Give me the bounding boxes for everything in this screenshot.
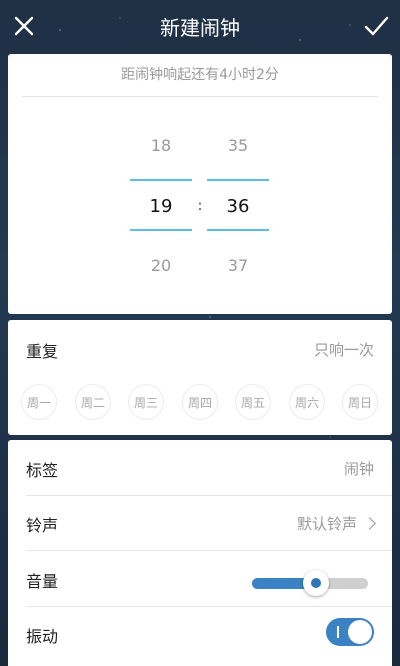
settings-card: 标签 闹钟 铃声 默认铃声 音量 振动 bbox=[8, 440, 392, 666]
minute-line-top bbox=[207, 179, 269, 181]
time-separator: : bbox=[197, 198, 203, 214]
tag-label: 标签 bbox=[26, 461, 59, 480]
repeat-card: 重复 只响一次 周一 周二 周三 周四 周五 周六 周日 bbox=[8, 320, 392, 435]
hour-next: 20 bbox=[150, 256, 172, 275]
day-fri[interactable]: 周五 bbox=[235, 384, 271, 420]
ringtone-row[interactable]: 默认铃声 bbox=[296, 513, 376, 534]
check-icon[interactable] bbox=[362, 12, 390, 40]
vibrate-toggle[interactable] bbox=[326, 618, 374, 646]
hint-divider bbox=[22, 96, 378, 97]
volume-label: 音量 bbox=[26, 572, 59, 591]
day-thu[interactable]: 周四 bbox=[182, 384, 218, 420]
hour-selected: 19 bbox=[149, 196, 173, 217]
divider bbox=[26, 550, 392, 551]
chevron-right-icon bbox=[363, 517, 376, 530]
hour-line-bottom bbox=[130, 229, 192, 231]
repeat-value[interactable]: 只响一次 bbox=[314, 339, 374, 360]
day-wed[interactable]: 周三 bbox=[128, 384, 164, 420]
top-bar: 新建闹钟 bbox=[0, 0, 400, 52]
tag-value[interactable]: 闹钟 bbox=[344, 458, 374, 479]
repeat-label: 重复 bbox=[26, 342, 59, 361]
day-tue[interactable]: 周二 bbox=[75, 384, 111, 420]
hour-prev: 18 bbox=[150, 136, 172, 155]
day-sun[interactable]: 周日 bbox=[342, 384, 378, 420]
toggle-knob bbox=[348, 620, 372, 644]
time-picker-card: 距闹钟响起还有4小时2分 18 19 20 : 35 36 37 bbox=[8, 54, 392, 314]
volume-slider[interactable] bbox=[252, 570, 368, 596]
ringtone-value: 默认铃声 bbox=[296, 515, 357, 533]
ringtone-label: 铃声 bbox=[26, 516, 59, 535]
divider bbox=[26, 495, 392, 496]
day-mon[interactable]: 周一 bbox=[21, 384, 57, 420]
hour-line-top bbox=[130, 179, 192, 181]
minute-selected: 36 bbox=[226, 196, 250, 217]
volume-knob[interactable] bbox=[302, 570, 329, 596]
page-title: 新建闹钟 bbox=[160, 16, 240, 40]
divider bbox=[26, 606, 392, 607]
toggle-on-mark bbox=[337, 626, 339, 638]
minute-prev: 35 bbox=[227, 136, 249, 155]
vibrate-label: 振动 bbox=[26, 627, 59, 646]
day-sat[interactable]: 周六 bbox=[289, 384, 325, 420]
countdown-hint: 距闹钟响起还有4小时2分 bbox=[121, 67, 279, 83]
weekday-selector: 周一 周二 周三 周四 周五 周六 周日 bbox=[8, 384, 392, 424]
minute-line-bottom bbox=[207, 229, 269, 231]
minute-next: 37 bbox=[227, 256, 249, 275]
